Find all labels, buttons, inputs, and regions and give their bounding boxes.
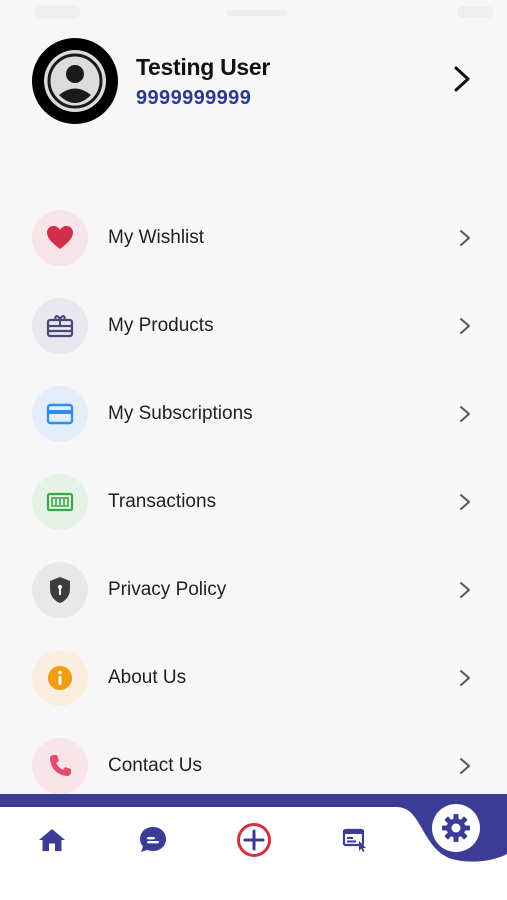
menu-icon-wrapper [32, 210, 88, 266]
menu-item-label: My Products [108, 315, 214, 336]
menu-icon-wrapper [32, 386, 88, 442]
menu-item-transactions[interactable]: Transactions [0, 460, 507, 548]
heart-icon [47, 226, 73, 249]
menu-item-products[interactable]: My Products [0, 284, 507, 372]
status-time [34, 6, 80, 18]
menu-item-label: My Wishlist [108, 227, 205, 248]
menu-item-label: My Subscriptions [108, 403, 253, 424]
nav-orders[interactable] [339, 824, 371, 856]
menu-icon-wrapper [32, 738, 88, 794]
menu-item-label: About Us [108, 667, 187, 688]
add-icon [237, 823, 271, 857]
avatar[interactable] [32, 38, 118, 124]
user-icon [44, 50, 106, 112]
menu-item-label: Contact Us [108, 755, 202, 776]
chevron-right-icon [460, 318, 470, 334]
phone-icon [50, 755, 71, 776]
chat-icon [140, 827, 166, 852]
settings-icon [442, 814, 470, 842]
menu-icon-wrapper [32, 298, 88, 354]
chevron-right-icon[interactable] [450, 64, 474, 94]
home-icon [39, 829, 65, 851]
menu-icon-wrapper [32, 474, 88, 530]
profile-phone: 9999999999 [136, 87, 252, 109]
status-bar [0, 0, 507, 30]
status-icons [457, 6, 493, 18]
chevron-right-icon [460, 582, 470, 598]
nav-add[interactable] [236, 822, 272, 858]
bottom-nav [0, 794, 507, 900]
menu-item-wishlist[interactable]: My Wishlist [0, 196, 507, 284]
cash-icon [46, 492, 74, 512]
orders-icon [342, 828, 366, 852]
info-icon [48, 666, 72, 690]
menu-icon-wrapper [32, 650, 88, 706]
menu-list: My Wishlist My Products My Subscriptions… [0, 196, 507, 812]
menu-item-label: Transactions [108, 491, 217, 512]
menu-item-label: Privacy Policy [108, 579, 227, 600]
profile-header[interactable]: Testing User 9999999999 [0, 34, 507, 130]
chevron-right-icon [460, 494, 470, 510]
chevron-right-icon [460, 670, 470, 686]
menu-item-privacy-policy[interactable]: Privacy Policy [0, 548, 507, 636]
status-indicator [226, 10, 288, 16]
chevron-right-icon [460, 758, 470, 774]
gift-card-icon [46, 315, 74, 338]
menu-icon-wrapper [32, 562, 88, 618]
menu-item-subscriptions[interactable]: My Subscriptions [0, 372, 507, 460]
chevron-right-icon [460, 406, 470, 422]
profile-name: Testing User [136, 54, 271, 80]
menu-item-about-us[interactable]: About Us [0, 636, 507, 724]
shield-icon [50, 577, 70, 603]
nav-home[interactable] [36, 824, 68, 856]
credit-card-icon [46, 403, 74, 425]
nav-settings[interactable] [432, 804, 480, 852]
nav-chat[interactable] [137, 824, 169, 856]
chevron-right-icon [460, 230, 470, 246]
